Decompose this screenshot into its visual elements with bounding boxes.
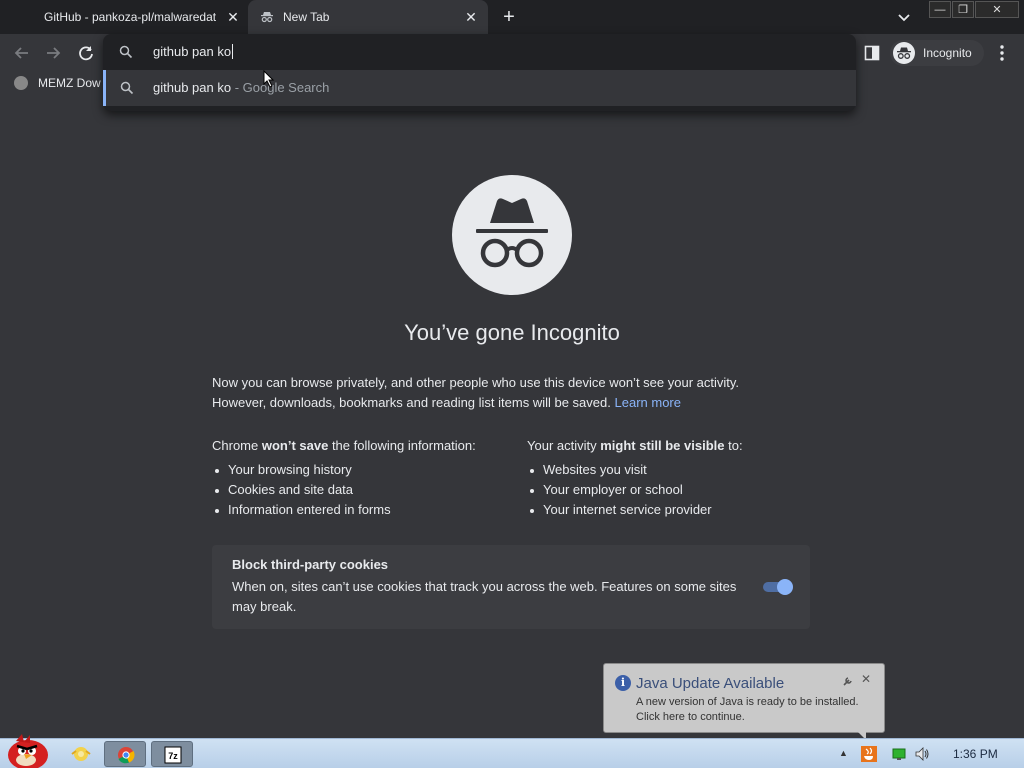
block-cookies-toggle[interactable] (760, 579, 794, 595)
intro-line: Now you can browse privately, and other … (212, 375, 740, 390)
page-title: You’ve gone Incognito (404, 320, 620, 345)
tray-expand-icon[interactable]: ▲ (839, 748, 849, 758)
back-arrow-icon[interactable] (12, 43, 32, 63)
java-tray-icon[interactable] (861, 746, 877, 762)
incognito-profile-chip[interactable]: Incognito (890, 40, 984, 66)
side-panel-icon[interactable] (864, 45, 880, 61)
profile-label: Incognito (923, 46, 972, 60)
chevron-down-icon[interactable] (896, 9, 912, 25)
list-item: Websites you visit (527, 460, 817, 480)
list-heading: Your activity might still be visible to: (527, 438, 743, 453)
chrome-icon (118, 747, 135, 764)
search-icon (119, 45, 133, 59)
screen: GitHub - pankoza-pl/malwaredat ✕ New Tab… (0, 0, 1024, 768)
network-icon[interactable] (891, 746, 907, 762)
wont-save-list: Chrome won’t save the following informat… (212, 436, 522, 520)
omnibox-suggestion[interactable]: github pan ko - Google Search (103, 70, 856, 106)
cookie-title: Block third-party cookies (232, 557, 389, 572)
list-item: Information entered in forms (212, 500, 522, 520)
search-icon (120, 81, 134, 95)
address-input[interactable]: github pan ko (153, 44, 234, 59)
tab-strip: GitHub - pankoza-pl/malwaredat ✕ New Tab… (0, 0, 1024, 34)
7zip-icon: 7z (164, 746, 182, 764)
tab-title: New Tab (283, 10, 330, 24)
java-update-notification[interactable]: i Java Update Available A new version of… (603, 663, 885, 733)
bookmark-label: MEMZ Dow (38, 76, 101, 90)
toggle-knob (777, 579, 793, 595)
window-close-button[interactable]: ✕ (975, 1, 1019, 18)
incognito-icon (261, 12, 273, 23)
text-caret (232, 44, 234, 59)
incognito-hero-icon (452, 175, 572, 295)
suggestion-text: github pan ko - Google Search (153, 80, 330, 95)
still-visible-list: Your activity might still be visible to:… (527, 436, 817, 520)
globe-icon (14, 76, 28, 90)
reload-icon[interactable] (76, 43, 96, 63)
tab-github[interactable]: GitHub - pankoza-pl/malwaredat ✕ (0, 0, 246, 34)
taskbar-7zip[interactable]: 7z (151, 741, 193, 767)
svg-text:7z: 7z (168, 751, 178, 761)
volume-icon[interactable] (914, 746, 930, 762)
tab-title: GitHub - pankoza-pl/malwaredat (44, 10, 216, 24)
notification-title: Java Update Available (636, 675, 785, 692)
notification-body[interactable]: A new version of Java is ready to be ins… (636, 695, 881, 725)
taskbar-explorer[interactable] (60, 741, 102, 767)
list-heading: Chrome won’t save the following informat… (212, 438, 476, 453)
folder-icon (71, 747, 91, 761)
bookmark-item[interactable]: MEMZ Dow (14, 76, 101, 90)
info-icon: i (615, 675, 631, 691)
list-item: Your internet service provider (527, 500, 817, 520)
start-button-angry-bird-icon[interactable] (2, 733, 50, 768)
cookie-controls-card: Block third-party cookies When on, sites… (212, 545, 810, 629)
forward-arrow-icon[interactable] (43, 43, 63, 63)
taskbar: 7z ▲ 1:36 PM (0, 734, 1024, 768)
intro-line: However, downloads, bookmarks and readin… (212, 393, 812, 413)
intro-line-text: However, downloads, bookmarks and readin… (212, 395, 611, 410)
close-icon[interactable]: ✕ (860, 673, 872, 685)
taskbar-chrome[interactable] (104, 741, 146, 767)
clock[interactable]: 1:36 PM (953, 747, 998, 761)
tab-close-icon[interactable]: ✕ (226, 10, 240, 24)
intro-text: Now you can browse privately, and other … (212, 373, 812, 413)
list-item: Your employer or school (527, 480, 817, 500)
list-item: Your browsing history (212, 460, 522, 480)
more-menu-icon[interactable] (994, 43, 1010, 63)
cookie-description: When on, sites can’t use cookies that tr… (232, 579, 737, 614)
window-minimize-button[interactable]: — (929, 1, 951, 18)
mouse-cursor-icon (263, 70, 275, 88)
tab-close-icon[interactable]: ✕ (464, 10, 478, 24)
new-tab-button[interactable]: + (499, 7, 519, 27)
learn-more-link[interactable]: Learn more (615, 395, 681, 410)
window-maximize-button[interactable]: ❐ (952, 1, 974, 18)
list-item: Cookies and site data (212, 480, 522, 500)
tab-new-tab[interactable]: New Tab ✕ (248, 0, 488, 34)
incognito-icon (893, 42, 915, 64)
incognito-page: You’ve gone Incognito Now you can browse… (0, 98, 1024, 738)
wrench-icon[interactable] (842, 675, 854, 687)
address-bar[interactable]: github pan ko (103, 34, 856, 70)
omnibox-dropdown: github pan ko github pan ko - Google Sea… (103, 34, 856, 111)
